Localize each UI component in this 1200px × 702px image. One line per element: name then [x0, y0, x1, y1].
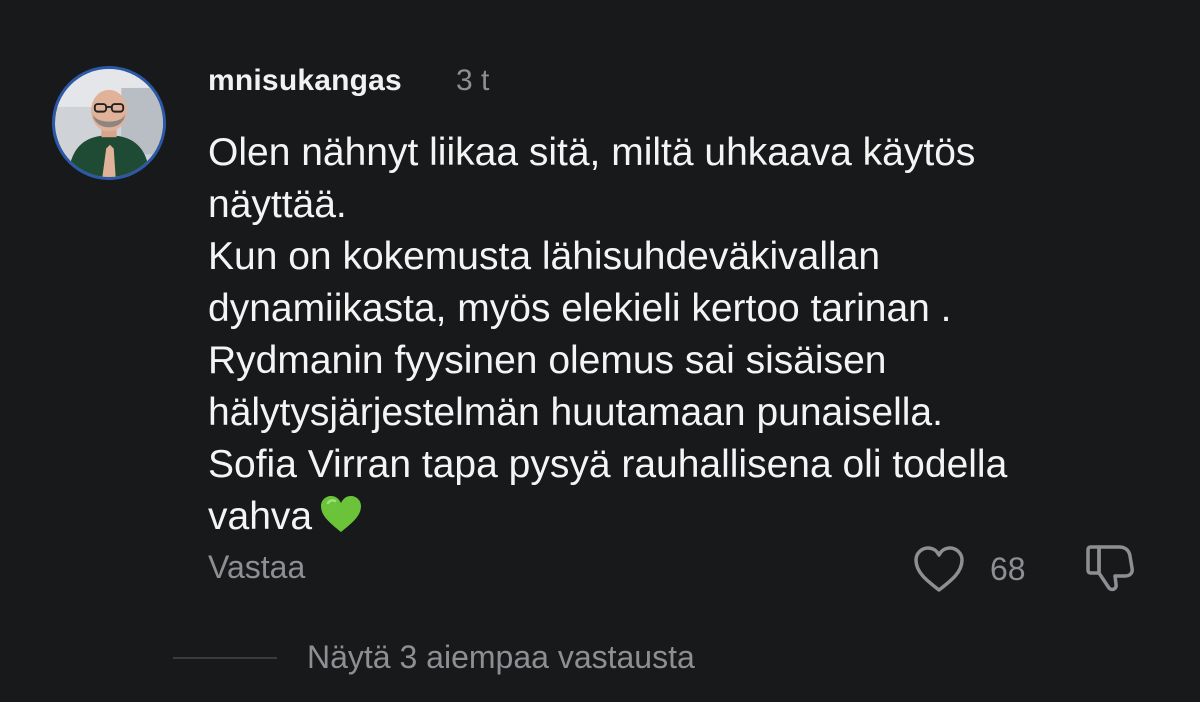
- replies-divider: [173, 657, 277, 659]
- heart-like-icon[interactable]: [913, 545, 965, 593]
- comment-body: Olen nähnyt liikaa sitä, miltä uhkaava k…: [208, 127, 1183, 543]
- dislike-icon[interactable]: [1085, 543, 1135, 593]
- comment: mnisukangas 3 t Olen nähnyt liikaa sitä,…: [0, 0, 1200, 702]
- comment-text: Olen nähnyt liikaa sitä, miltä uhkaava k…: [208, 131, 1008, 538]
- timestamp: 3 t: [456, 64, 490, 97]
- avatar-image: [55, 69, 163, 177]
- like-count: 68: [990, 551, 1026, 587]
- reply-button[interactable]: Vastaa: [208, 549, 305, 586]
- username[interactable]: mnisukangas: [208, 64, 402, 98]
- avatar[interactable]: [52, 66, 166, 180]
- show-replies-link[interactable]: Näytä 3 aiempaa vastausta: [307, 639, 695, 676]
- green-heart-icon: [321, 496, 362, 532]
